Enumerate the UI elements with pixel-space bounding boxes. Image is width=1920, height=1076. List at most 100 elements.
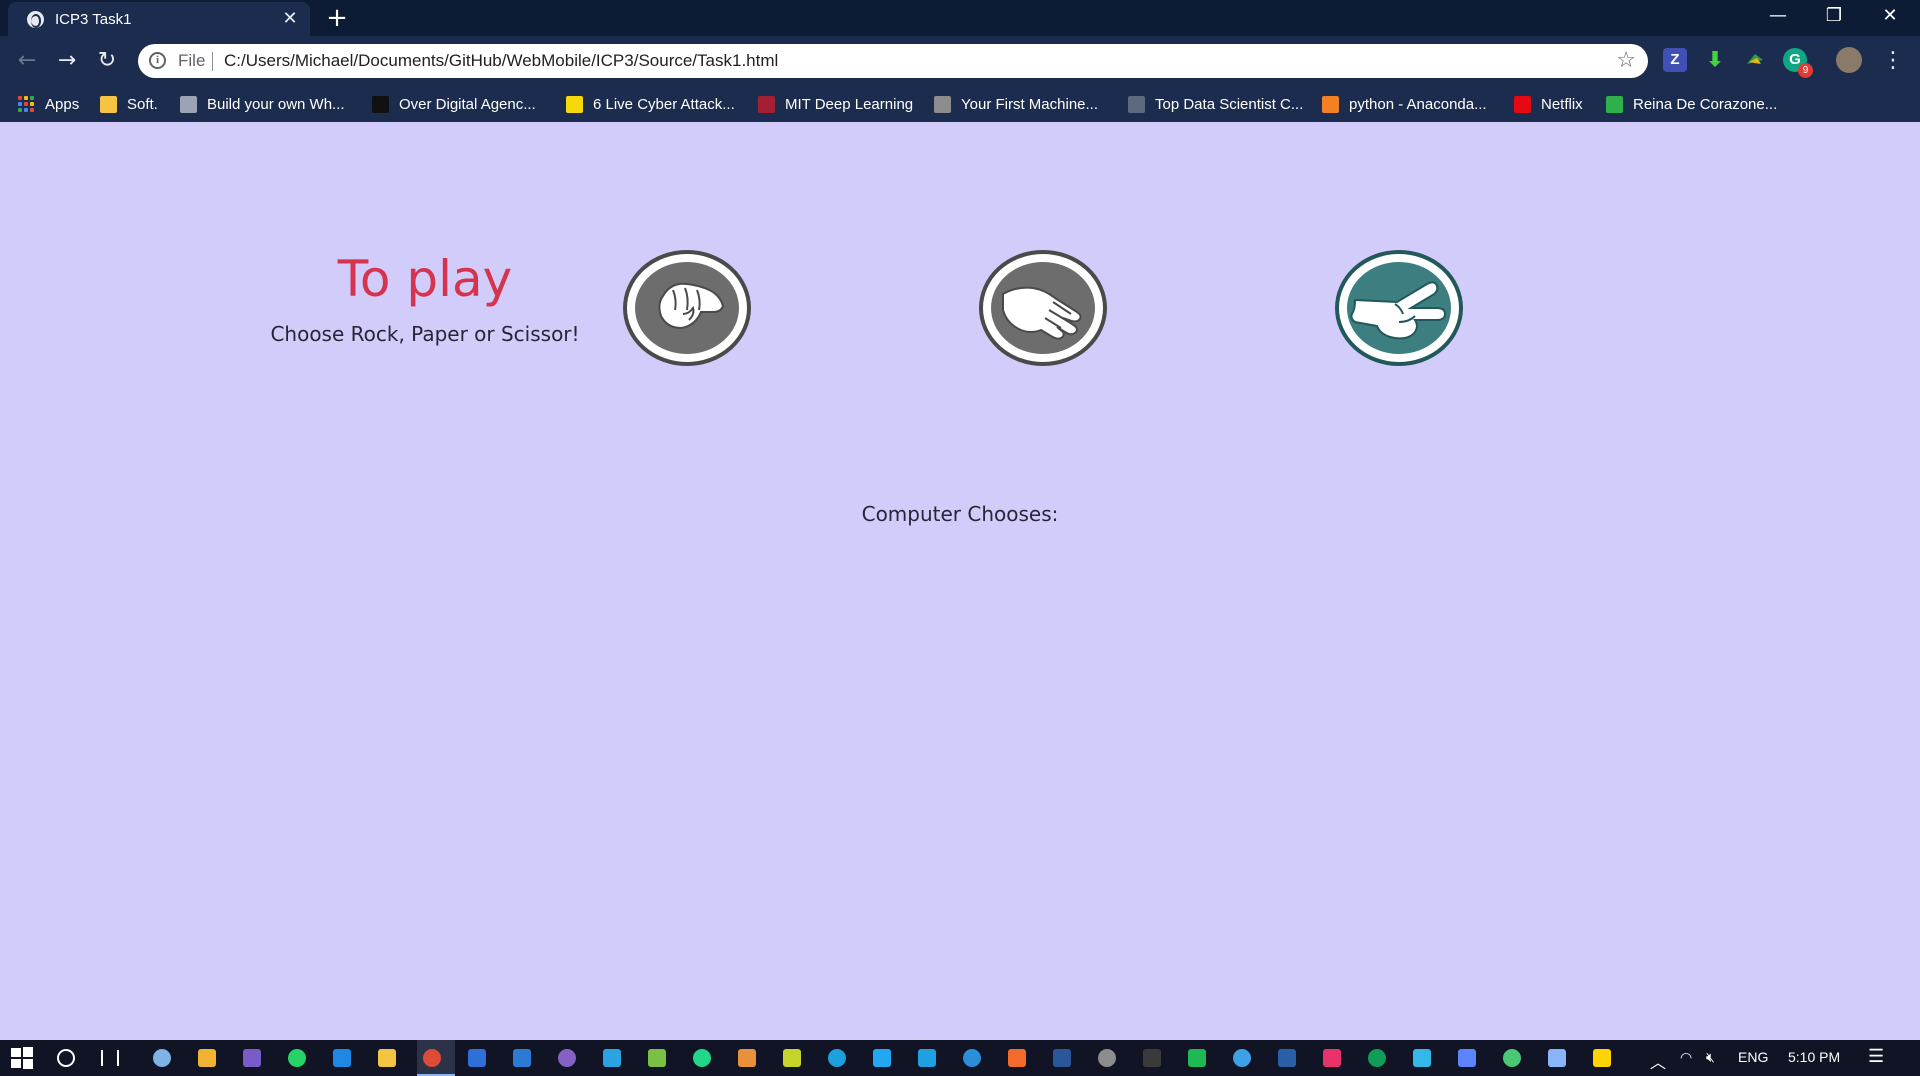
bookmark-item[interactable]: 6 Live Cyber Attack... bbox=[566, 93, 735, 115]
notepad-icon[interactable] bbox=[148, 1044, 176, 1072]
file-explorer-icon[interactable] bbox=[373, 1044, 401, 1072]
printer-icon[interactable] bbox=[1093, 1044, 1121, 1072]
whatsapp-icon[interactable] bbox=[283, 1044, 311, 1072]
address-bar[interactable]: i File C:/Users/Michael/Documents/GitHub… bbox=[138, 44, 1648, 78]
scissor-hand-icon bbox=[1335, 250, 1463, 366]
close-window-button[interactable]: ✕ bbox=[1862, 0, 1918, 32]
git-icon[interactable] bbox=[193, 1044, 221, 1072]
app-glyph bbox=[828, 1049, 846, 1067]
minimize-button[interactable]: — bbox=[1750, 0, 1806, 32]
clock[interactable]: 5:10 PM bbox=[1788, 1049, 1840, 1065]
app-icon[interactable] bbox=[1228, 1044, 1256, 1072]
bookmark-item[interactable]: MIT Deep Learning bbox=[758, 93, 913, 115]
info-icon[interactable]: i bbox=[149, 52, 166, 69]
kebab-menu-icon[interactable]: ⋮ bbox=[1882, 44, 1904, 78]
z-extension-icon[interactable]: Z bbox=[1663, 48, 1687, 72]
app-glyph bbox=[333, 1049, 351, 1067]
wifi-icon[interactable]: ◠ bbox=[1680, 1049, 1692, 1066]
windows-start-icon[interactable] bbox=[8, 1044, 36, 1072]
task-view-icon[interactable] bbox=[96, 1044, 124, 1072]
chrome-icon[interactable] bbox=[418, 1044, 446, 1072]
action-center-icon[interactable]: ☰ bbox=[1868, 1046, 1884, 1067]
app-icon[interactable] bbox=[958, 1044, 986, 1072]
app-icon[interactable] bbox=[913, 1044, 941, 1072]
azure-icon[interactable] bbox=[463, 1044, 491, 1072]
bookmark-label: Your First Machine... bbox=[961, 95, 1098, 113]
bookmark-item[interactable]: Reina De Corazone... bbox=[1606, 93, 1777, 115]
vscode-icon[interactable] bbox=[868, 1044, 896, 1072]
app-icon[interactable] bbox=[1543, 1044, 1571, 1072]
app-glyph bbox=[378, 1049, 396, 1067]
restore-button[interactable]: ❐ bbox=[1806, 0, 1862, 32]
telegram-icon[interactable] bbox=[598, 1044, 626, 1072]
bookmark-item[interactable]: Your First Machine... bbox=[934, 93, 1098, 115]
cortana-search-icon[interactable] bbox=[52, 1044, 80, 1072]
terminal-icon[interactable] bbox=[1138, 1044, 1166, 1072]
page-title: To play bbox=[337, 250, 513, 308]
app-glyph bbox=[873, 1049, 891, 1067]
kotlin-icon[interactable] bbox=[823, 1044, 851, 1072]
bookmarks-bar: Apps Soft. Build your own Wh... Over Digita… bbox=[0, 86, 1920, 122]
app-icon[interactable] bbox=[778, 1044, 806, 1072]
bookmark-favicon-icon bbox=[1128, 95, 1145, 113]
new-tab-button[interactable]: + bbox=[322, 3, 352, 33]
forward-button[interactable]: → bbox=[50, 44, 84, 78]
powershell-icon[interactable] bbox=[1273, 1044, 1301, 1072]
bookmark-item[interactable]: Over Digital Agenc... bbox=[372, 93, 536, 115]
bookmark-item[interactable]: Build your own Wh... bbox=[180, 93, 345, 115]
bookmark-item[interactable]: Top Data Scientist C... bbox=[1128, 93, 1303, 115]
spotify-icon[interactable] bbox=[1183, 1044, 1211, 1072]
app-glyph bbox=[1368, 1049, 1386, 1067]
leaf-extension-icon[interactable] bbox=[1743, 48, 1767, 72]
volume-muted-icon[interactable]: 🔇︎ bbox=[1706, 1049, 1715, 1066]
back-button[interactable]: ← bbox=[10, 44, 44, 78]
bookmark-label: MIT Deep Learning bbox=[785, 95, 914, 113]
tray-chevron-icon[interactable]: ︿ bbox=[1650, 1049, 1666, 1073]
app-glyph bbox=[603, 1049, 621, 1067]
pycharm-icon[interactable] bbox=[688, 1044, 716, 1072]
hangouts-icon[interactable] bbox=[1363, 1044, 1391, 1072]
avatar[interactable] bbox=[1836, 47, 1862, 73]
app-icon[interactable] bbox=[1003, 1044, 1031, 1072]
app-glyph bbox=[423, 1049, 441, 1067]
bookmark-label: Netflix bbox=[1541, 95, 1583, 113]
scissor-button[interactable] bbox=[1335, 250, 1463, 366]
app-icon[interactable] bbox=[733, 1044, 761, 1072]
close-tab-icon[interactable]: ✕ bbox=[280, 8, 300, 30]
bookmark-item[interactable]: Netflix bbox=[1514, 93, 1583, 115]
app-glyph bbox=[198, 1049, 216, 1067]
app-glyph bbox=[1188, 1049, 1206, 1067]
bookmark-item[interactable]: python - Anaconda... bbox=[1322, 93, 1487, 115]
bookmark-star-icon[interactable]: ☆ bbox=[1616, 48, 1636, 73]
app-glyph bbox=[1098, 1049, 1116, 1067]
bookmark-item[interactable]: Apps bbox=[18, 93, 79, 115]
app-icon[interactable] bbox=[1453, 1044, 1481, 1072]
bookmark-item[interactable]: Soft. bbox=[100, 93, 158, 115]
app-glyph bbox=[1278, 1049, 1296, 1067]
app-glyph bbox=[558, 1049, 576, 1067]
download-extension-icon[interactable]: ⬇ bbox=[1703, 48, 1727, 72]
bookmark-label: Top Data Scientist C... bbox=[1155, 95, 1304, 113]
app-icon[interactable] bbox=[1498, 1044, 1526, 1072]
app-icon[interactable] bbox=[1408, 1044, 1436, 1072]
app-icon[interactable] bbox=[238, 1044, 266, 1072]
reload-button[interactable]: ↻ bbox=[90, 44, 124, 78]
bookmark-favicon-icon bbox=[1514, 95, 1531, 113]
paper-button[interactable] bbox=[979, 250, 1107, 366]
url-text[interactable]: C:/Users/Michael/Documents/GitHub/WebMob… bbox=[224, 51, 778, 71]
apps-grid-icon bbox=[18, 95, 35, 113]
url-scheme: File bbox=[178, 51, 206, 70]
grammarly-extension-icon[interactable]: G9 bbox=[1783, 48, 1813, 78]
app-glyph bbox=[243, 1049, 261, 1067]
app-icon[interactable] bbox=[1318, 1044, 1346, 1072]
page-content: To play Choose Rock, Paper or Scissor! C… bbox=[0, 122, 1920, 1040]
android-icon[interactable] bbox=[643, 1044, 671, 1072]
browser-tab[interactable]: ICP3 Task1 ✕ bbox=[8, 2, 310, 36]
word-icon[interactable] bbox=[1048, 1044, 1076, 1072]
sticky-notes-icon[interactable] bbox=[1588, 1044, 1616, 1072]
visual-studio-icon[interactable] bbox=[553, 1044, 581, 1072]
rock-button[interactable] bbox=[623, 250, 751, 366]
edge-icon[interactable] bbox=[328, 1044, 356, 1072]
network-icon[interactable] bbox=[508, 1044, 536, 1072]
language-indicator[interactable]: ENG bbox=[1738, 1049, 1768, 1065]
